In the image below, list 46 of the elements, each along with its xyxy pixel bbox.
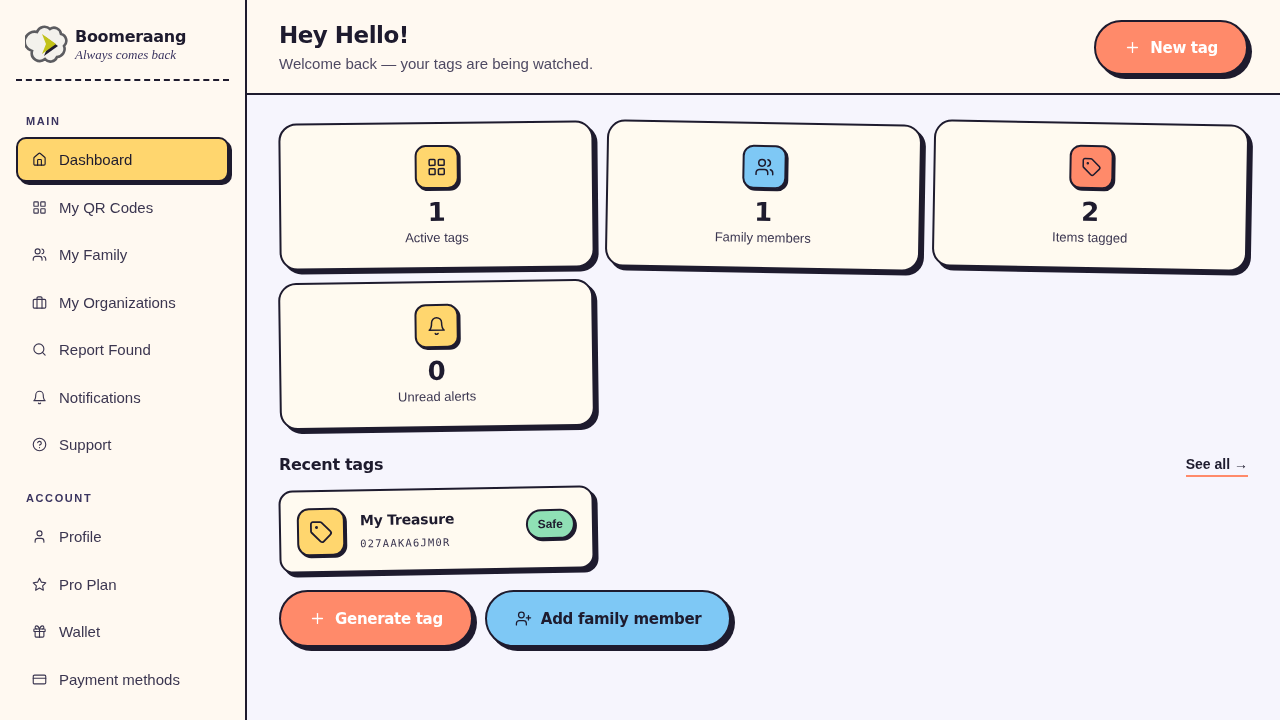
grid-icon <box>32 199 47 215</box>
tag-code: 027AAKA6JM0R <box>360 535 452 550</box>
nav-item[interactable]: Notifications <box>16 374 229 420</box>
stat-value: 1 <box>427 196 446 228</box>
nav-item[interactable]: My Family <box>16 232 229 277</box>
nav-item[interactable]: Profile <box>16 514 229 559</box>
logo-icon <box>25 23 69 65</box>
gift-icon <box>32 624 47 639</box>
tag-name: My Treasure <box>359 510 455 529</box>
nav-item[interactable]: Pro Plan <box>16 561 229 607</box>
stat-label: Items tagged <box>1052 229 1128 247</box>
section-title: Recent tags <box>279 454 384 474</box>
nav-item[interactable]: Payment methods <box>16 656 229 702</box>
tag-card[interactable]: My Treasure 027AAKA6JM0R Safe <box>278 485 595 574</box>
see-all-link[interactable]: See all → <box>1185 455 1248 477</box>
stat-value: 0 <box>427 355 446 387</box>
page-subtitle: Welcome back — your tags are being watched. <box>279 53 594 74</box>
stat-label: Active tags <box>405 229 469 247</box>
section-label: ACCOUNT <box>26 492 94 505</box>
brand-name: Boomeraang <box>75 26 187 47</box>
brand-tagline: Always comes back <box>75 46 178 62</box>
page-title: Hey Hello! <box>279 20 410 50</box>
nav-item[interactable]: My QR Codes <box>16 184 229 230</box>
stat-value: 1 <box>753 196 773 228</box>
nav-item[interactable]: My Organizations <box>16 279 229 325</box>
nav-item[interactable]: Dashboard <box>16 137 229 182</box>
bell-icon <box>32 389 47 405</box>
stat-label: Unread alerts <box>397 388 477 406</box>
person-icon <box>32 529 47 544</box>
section-label: MAIN <box>26 115 62 128</box>
stat-value: 2 <box>1080 196 1100 228</box>
nav-item[interactable]: Support <box>16 422 229 467</box>
help-icon <box>32 437 47 452</box>
status-badge: Safe <box>525 508 576 539</box>
nav-item[interactable]: Wallet <box>16 609 229 654</box>
tag-icon <box>296 507 346 556</box>
briefcase-icon <box>32 294 47 310</box>
people-icon <box>32 247 47 262</box>
credit-card-icon <box>32 671 47 687</box>
stat-label: Family members <box>714 229 811 247</box>
nav-item[interactable]: Report Found <box>16 327 229 372</box>
add-person-icon <box>514 610 532 627</box>
home-icon <box>32 152 47 167</box>
star-icon <box>32 576 47 592</box>
plus-icon <box>309 610 326 627</box>
search-icon <box>32 342 47 357</box>
